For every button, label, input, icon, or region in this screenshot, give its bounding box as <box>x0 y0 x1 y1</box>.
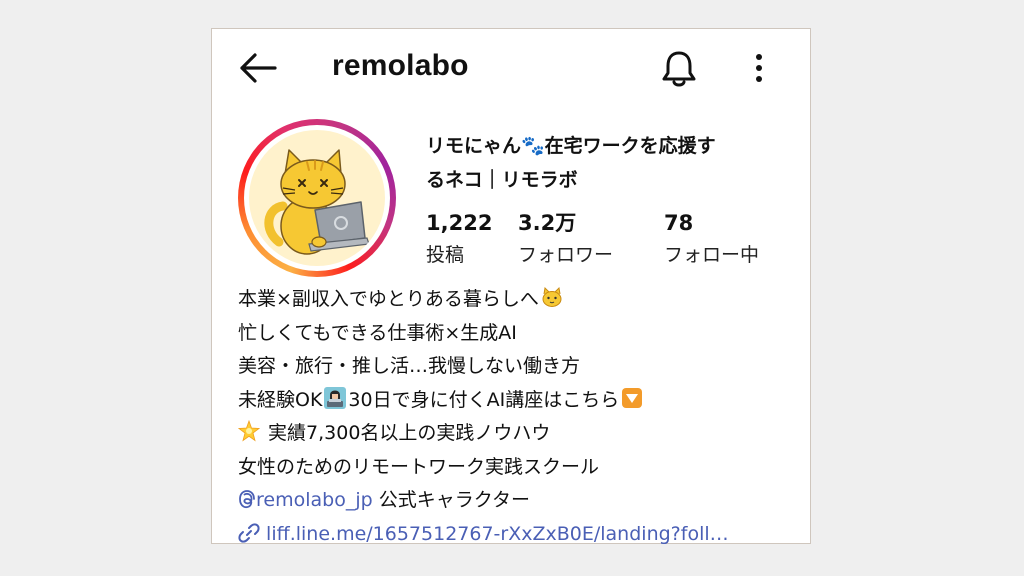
bio-text: 本業×副収入でゆとりある暮らしへ <box>238 288 539 310</box>
glowing-star-icon <box>238 420 260 442</box>
avatar-story-ring[interactable] <box>238 119 396 277</box>
arrow-left-icon[interactable] <box>237 51 279 85</box>
bio-line: 実績7,300名以上の実践ノウハウ <box>238 417 798 451</box>
followers-label: フォロワー <box>518 244 614 266</box>
external-link-text: liff.line.me/1657512767-rXxZxB0E/landing… <box>266 522 729 545</box>
following-stat[interactable]: 78 フォロー中 <box>664 207 759 271</box>
more-vertical-icon[interactable] <box>747 51 771 85</box>
bio-text: 実績7,300名以上の実践ノウハウ <box>262 422 551 444</box>
profile-card: remolabo リモにゃん🐾在宅ワークを応援す るネコ｜リモラボ 1,222 … <box>211 28 811 545</box>
following-label: フォロー中 <box>664 244 760 266</box>
display-name-line: リモにゃん🐾在宅ワークを応援す <box>426 135 716 157</box>
followers-stat[interactable]: 3.2万 フォロワー <box>518 207 613 271</box>
threads-icon <box>239 490 255 509</box>
cat-face-icon <box>542 286 562 307</box>
display-name-line: るネコ｜リモラボ <box>426 169 578 191</box>
posts-count: 1,222 <box>426 211 493 235</box>
link-icon <box>238 522 260 543</box>
profile-stats: 1,222 投稿 3.2万 フォロワー 78 フォロー中 <box>426 207 796 277</box>
avatar <box>249 130 385 266</box>
posts-label: 投稿 <box>426 244 465 266</box>
bio-line: 本業×副収入でゆとりある暮らしへ <box>238 283 798 317</box>
woman-technologist-icon <box>324 386 347 409</box>
profile-display-name: リモにゃん🐾在宅ワークを応援す るネコ｜リモラボ <box>426 129 786 197</box>
bio-line: 女性のためのリモートワーク実践スクール <box>238 455 600 478</box>
bio-text: 30日で身に付くAI講座はこちら <box>348 388 620 411</box>
profile-username: remolabo <box>332 49 469 82</box>
threads-handle-link[interactable]: remolabo_jp <box>238 489 373 511</box>
bell-icon[interactable] <box>659 49 699 89</box>
bio-line: remolabo_jp 公式キャラクター <box>238 484 798 518</box>
down-arrow-button-icon <box>622 387 643 408</box>
bio-line: 未経験OK 30日で身に付くAI講座はこちら <box>238 384 798 418</box>
cat-with-laptop-avatar <box>264 149 370 255</box>
posts-stat[interactable]: 1,222 投稿 <box>426 207 492 271</box>
bio-line: 美容・旅行・推し活…我慢しない働き方 <box>238 355 581 377</box>
following-count: 78 <box>664 211 694 235</box>
top-bar: remolabo <box>212 29 810 107</box>
bio-text: 未経験OK <box>238 388 323 411</box>
bio-line: 忙しくてもできる仕事術×生成AI <box>238 321 517 344</box>
threads-handle-text: remolabo_jp <box>256 489 373 511</box>
followers-count: 3.2万 <box>518 211 577 235</box>
profile-bio: 本業×副収入でゆとりある暮らしへ 忙しくてもできる仕事術×生成AI 美容・旅行・… <box>238 283 798 551</box>
external-link[interactable]: liff.line.me/1657512767-rXxZxB0E/landing… <box>238 518 798 552</box>
bio-text: 公式キャラクター <box>372 489 530 511</box>
